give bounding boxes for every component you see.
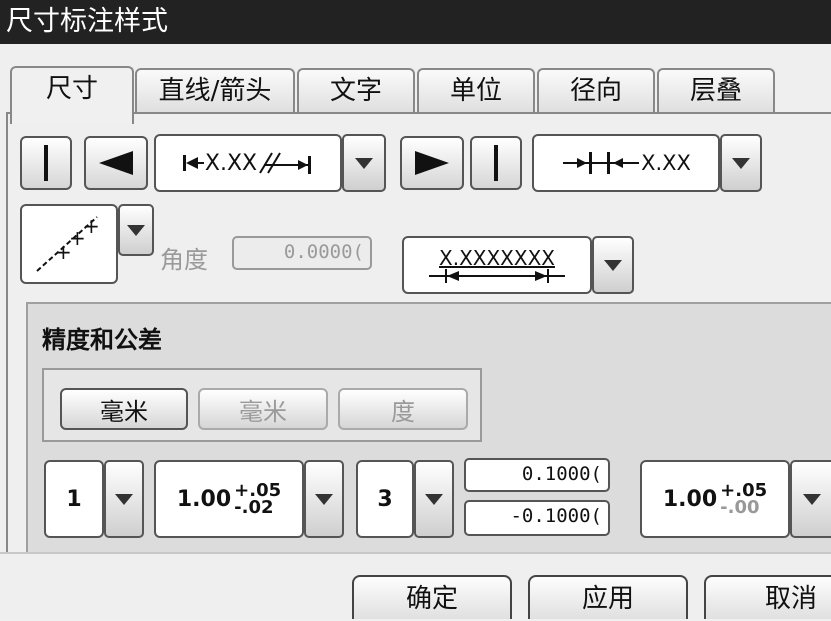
arrow-left-button[interactable] [84,136,148,190]
text-placement-combo[interactable]: X.XX [154,134,342,192]
secondary-tolerance-lower: -.00 [720,497,760,518]
unit-degree-button[interactable]: 度 [338,388,468,430]
window-title: 尺寸标注样式 [0,0,831,44]
tolerance-precision-dropdown[interactable] [414,460,454,538]
angle-style-combo[interactable]: + + + [20,204,118,284]
precision-dropdown[interactable] [104,460,144,538]
text-orientation-sample: X.XXXXXXX [439,246,555,270]
svg-text:+: + [83,214,100,238]
group-title: 精度和公差 [42,326,162,354]
text-placement-dropdown[interactable] [342,134,386,192]
cancel-button[interactable]: 取消 [704,575,831,619]
tab-units[interactable]: 单位 [417,68,535,114]
dimension-left-arrow-icon [182,155,204,171]
extension-line-icon [494,145,498,181]
dimension-line-icon [429,269,565,283]
ordinate-line-icon [563,152,640,174]
arrow-right-button[interactable] [400,136,464,190]
tab-stacking[interactable]: 层叠 [657,68,775,114]
tab-radial[interactable]: 径向 [537,68,655,114]
footer-divider [0,552,831,560]
angle-field[interactable]: 0.0000( [232,236,372,270]
arrow-right-icon [415,151,449,175]
angle-label: 角度 [160,246,208,274]
arrow-left-icon [99,151,133,175]
tab-dimension[interactable]: 尺寸 [10,66,134,124]
ordinate-dropdown[interactable] [720,134,762,192]
extension-line-right-button[interactable] [470,136,522,190]
unit-mm-button[interactable]: 毫米 [60,388,188,430]
angle-style-dropdown[interactable] [118,204,154,256]
secondary-tolerance-base: 1.00 [662,486,718,512]
ordinate-combo[interactable]: X.XX [532,134,720,192]
extension-line-icon [44,145,48,181]
text-orientation-combo[interactable]: X.XXXXXXX [402,236,592,294]
tolerance-precision-combo[interactable]: 3 [356,460,414,538]
text-orientation-dropdown[interactable] [592,236,634,294]
dimension-right-arrow-icon [259,152,312,174]
unit-mm-secondary-button[interactable]: 毫米 [198,388,328,430]
tolerance-style-dropdown[interactable] [304,460,344,538]
secondary-tolerance-dropdown[interactable] [790,460,831,538]
ordinate-sample: X.XX [641,151,691,175]
oblique-line-icon: + + + [36,214,100,272]
lower-limit-field[interactable]: -0.1000( [464,500,610,536]
tolerance-base: 1.00 [176,486,232,512]
extension-line-left-button[interactable] [20,136,72,190]
secondary-tolerance-combo[interactable]: 1.00 +.05 -.00 [640,460,790,538]
upper-limit-field[interactable]: 0.1000( [464,458,610,492]
tolerance-lower: -.02 [234,497,274,518]
tolerance-style-combo[interactable]: 1.00 +.05 -.02 [154,460,304,538]
tab-lines-arrows[interactable]: 直线/箭头 [135,68,295,114]
tab-text[interactable]: 文字 [297,68,415,114]
apply-button[interactable]: 应用 [528,575,688,619]
ok-button[interactable]: 确定 [352,575,512,619]
precision-combo[interactable]: 1 [44,460,104,538]
text-placement-sample: X.XX [204,150,258,176]
